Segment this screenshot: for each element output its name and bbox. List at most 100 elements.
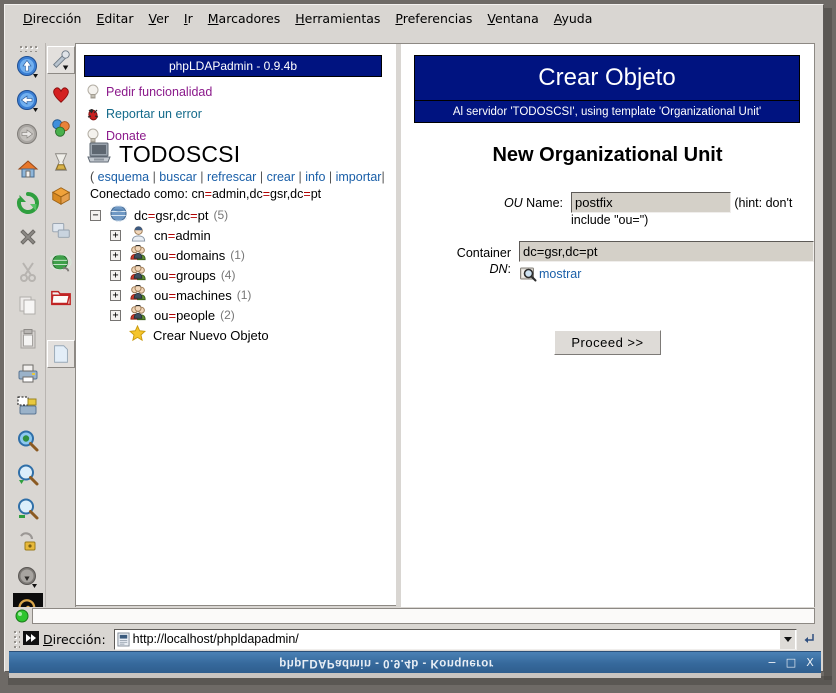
go-button[interactable] <box>800 630 817 649</box>
tree-label-crear-nuevo-objeto: Crear Nuevo Objeto <box>153 328 269 343</box>
menu-ayuda[interactable]: Ayuda <box>554 11 593 26</box>
tree-row-ou-machines[interactable]: + ou=machines <box>84 285 384 305</box>
menu-marcadores[interactable]: Marcadores <box>208 11 281 26</box>
expander-ou-domains[interactable]: + <box>110 250 121 261</box>
ou-name-input[interactable] <box>571 192 731 213</box>
up-button[interactable] <box>14 53 42 81</box>
left-frame: phpLDAPadmin - 0.9.4b Pedir funcionalida… <box>76 44 396 622</box>
bookmark-button[interactable] <box>47 80 75 108</box>
page-icon <box>117 632 130 647</box>
network-button[interactable] <box>47 216 75 244</box>
tree-row-ou-groups[interactable]: + ou=groups <box>84 265 384 285</box>
security-button[interactable] <box>14 529 42 557</box>
reload-button[interactable] <box>14 189 42 217</box>
print-button[interactable] <box>14 359 42 387</box>
cut-button[interactable] <box>14 257 42 285</box>
up-icon <box>16 55 40 79</box>
window-titlebar[interactable]: phpLDAPadmin - 0.9.4b - Konqueror − □ X <box>9 651 821 673</box>
package-icon <box>50 185 72 207</box>
paste-button[interactable] <box>14 325 42 353</box>
toolbar-grip[interactable] <box>19 45 39 52</box>
address-url[interactable]: http://localhost/phpldapadmin/ <box>133 632 779 646</box>
forward-button[interactable] <box>14 121 42 149</box>
blank-page-button[interactable] <box>47 340 75 368</box>
group-icon <box>130 285 147 305</box>
lightbulb-icon <box>86 84 100 100</box>
paste-icon <box>16 327 40 351</box>
tree-row-root[interactable]: − dc=gsr,dc=pt (5) <box>84 205 384 225</box>
menu-herramientas[interactable]: Herramientas <box>295 11 380 26</box>
find-button[interactable] <box>14 427 42 455</box>
print-icon <box>16 361 40 385</box>
minimize-button[interactable]: − <box>764 655 780 671</box>
tree-row-ou-domains[interactable]: + ou=domains <box>84 245 384 265</box>
mostrar-link[interactable]: mostrar <box>539 267 581 281</box>
home-button[interactable] <box>14 155 42 183</box>
package-button[interactable] <box>47 182 75 210</box>
window-title: phpLDAPadmin - 0.9.4b - Konqueror <box>9 657 764 669</box>
menu-ventana[interactable]: Ventana <box>487 11 538 26</box>
address-combo[interactable]: http://localhost/phpldapadmin/ <box>114 629 797 650</box>
history-button[interactable] <box>47 148 75 176</box>
close-button[interactable]: X <box>802 655 818 671</box>
expander-cn-admin[interactable]: + <box>110 230 121 241</box>
tree-count-ou-people: (2) <box>220 308 235 322</box>
link-info[interactable]: info <box>305 170 325 184</box>
back-icon <box>16 89 40 113</box>
expander-ou-groups[interactable]: + <box>110 270 121 281</box>
link-buscar[interactable]: buscar <box>159 170 197 184</box>
tree-row-cn-admin[interactable]: + cn=admin <box>84 225 384 245</box>
link-row-pedir-funcionalidad[interactable]: Pedir funcionalidad <box>86 83 212 101</box>
link-pedir-funcionalidad[interactable]: Pedir funcionalidad <box>106 85 212 99</box>
expander-ou-people[interactable]: + <box>110 310 121 321</box>
right-frame: Crear Objeto Al servidor 'TODOSCSI', usi… <box>401 44 814 622</box>
tree-row-ou-people[interactable]: + ou=people <box>84 305 384 325</box>
copy-button[interactable] <box>14 291 42 319</box>
tree-label-root: dc=gsr,dc=pt <box>134 208 208 223</box>
link-crear[interactable]: crear <box>267 170 295 184</box>
field-row-ou-name: OU Name: (hint: don't include "ou=") <box>401 192 814 227</box>
link-row-reportar-error[interactable]: Reportar un error <box>86 105 202 123</box>
globe-icon <box>110 205 127 225</box>
server-header: TODOSCSI <box>86 140 240 166</box>
menu-editar[interactable]: Editar <box>96 11 133 26</box>
link-esquema[interactable]: esquema <box>98 170 149 184</box>
proceed-button[interactable]: Proceed >> <box>554 330 660 355</box>
configure-button[interactable] <box>47 46 75 74</box>
history-icon <box>50 151 72 173</box>
stop-button[interactable] <box>14 223 42 251</box>
menu-bar: Dirección Editar Ver Ir Marcadores Herra… <box>5 5 823 31</box>
menu-ver[interactable]: Ver <box>148 11 168 26</box>
print-preview-button[interactable] <box>14 393 42 421</box>
link-importar[interactable]: importar <box>336 170 382 184</box>
red-folder-button[interactable] <box>47 284 75 312</box>
red-folder-icon <box>50 287 72 309</box>
globe-services-button[interactable] <box>47 250 75 278</box>
address-dropdown-button[interactable] <box>779 630 795 649</box>
zoom-in-button[interactable] <box>14 461 42 489</box>
expander-root[interactable]: − <box>90 210 101 221</box>
back-button[interactable] <box>14 87 42 115</box>
form-heading: New Organizational Unit <box>401 144 814 167</box>
download-button[interactable] <box>14 563 42 591</box>
menu-direccion[interactable]: Dirección <box>23 11 81 26</box>
zoom-out-button[interactable] <box>14 495 42 523</box>
maximize-button[interactable]: □ <box>783 655 799 671</box>
expander-ou-machines[interactable]: + <box>110 290 121 301</box>
menu-preferencias[interactable]: Preferencias <box>395 11 472 26</box>
security-lock-icon <box>16 531 40 555</box>
tree-count-ou-machines: (1) <box>237 288 252 302</box>
plugins-button[interactable] <box>47 114 75 142</box>
browse-row[interactable]: mostrar <box>519 265 814 283</box>
download-icon <box>16 565 40 589</box>
link-refrescar[interactable]: refrescar <box>207 170 256 184</box>
cut-icon <box>16 259 40 283</box>
link-reportar-un-error[interactable]: Reportar un error <box>106 107 202 121</box>
extra-toolbar <box>45 43 76 623</box>
tree-row-crear-nuevo-objeto[interactable]: Crear Nuevo Objeto <box>84 325 384 345</box>
menu-ir[interactable]: Ir <box>184 11 193 26</box>
addressbar-grip[interactable] <box>13 630 20 648</box>
container-dn-input[interactable] <box>519 241 814 262</box>
window-shadow-right <box>824 8 832 680</box>
person-icon <box>130 225 147 245</box>
